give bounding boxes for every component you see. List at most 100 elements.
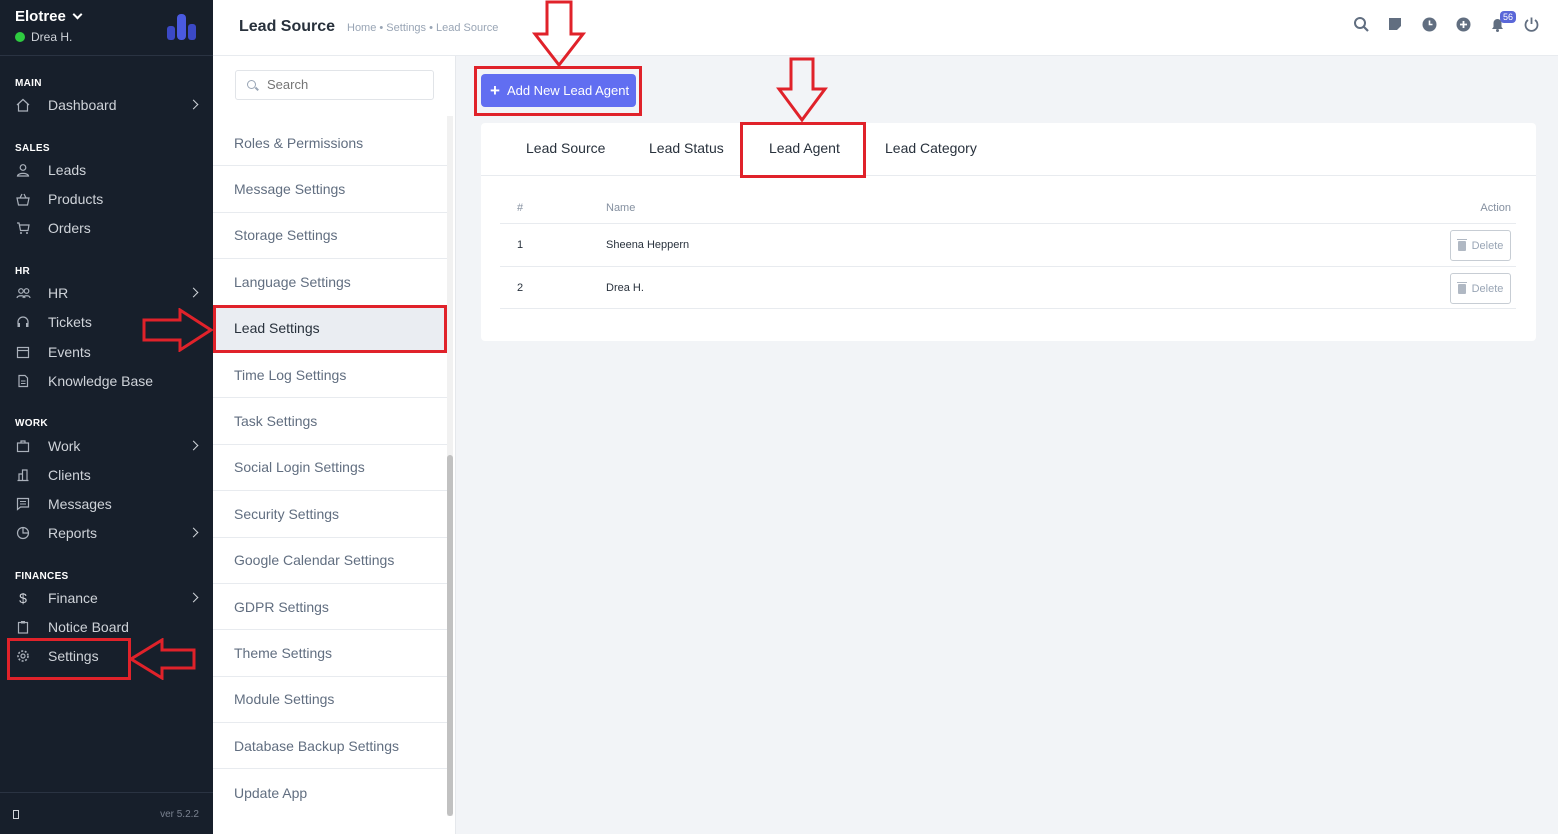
people-icon — [15, 285, 31, 301]
menu-item-message-settings[interactable]: Message Settings — [213, 166, 447, 213]
online-status-icon — [15, 32, 25, 42]
menu-item-database-backup-settings[interactable]: Database Backup Settings — [213, 723, 447, 770]
table-row: 1 Sheena Heppern Delete — [500, 223, 1516, 266]
delete-button[interactable]: Delete — [1450, 230, 1511, 261]
clock-icon[interactable] — [1421, 16, 1438, 33]
sidebar-item-work[interactable]: Work — [0, 433, 213, 459]
app-version: ver 5.2.2 — [160, 809, 199, 820]
sidebar-item-label: Work — [48, 438, 81, 454]
sidebar-item-leads[interactable]: Leads — [0, 157, 213, 183]
sidebar-item-notice-board[interactable]: Notice Board — [0, 614, 213, 640]
company-name: Elotree — [15, 8, 66, 25]
settings-search-input[interactable] — [267, 77, 417, 92]
search-icon[interactable] — [1353, 16, 1370, 33]
sidebar-item-orders[interactable]: Orders — [0, 215, 213, 241]
sidebar-item-label: Dashboard — [48, 97, 117, 113]
tab-lead-source[interactable]: Lead Source — [526, 140, 605, 156]
menu-item-theme-settings[interactable]: Theme Settings — [213, 630, 447, 677]
annotation-box-lead-settings — [213, 305, 447, 353]
sidebar-item-label: Events — [48, 344, 91, 360]
collapse-sidebar-icon[interactable] — [13, 810, 19, 819]
company-switcher[interactable]: Elotree — [15, 8, 83, 25]
menu-item-security-settings[interactable]: Security Settings — [213, 491, 447, 538]
section-main: MAIN — [15, 78, 42, 89]
column-header-number: # — [517, 202, 524, 214]
top-header: Lead Source Home • Settings • Lead Sourc… — [213, 0, 1558, 56]
sidebar-item-messages[interactable]: Messages — [0, 491, 213, 517]
section-sales: SALES — [15, 143, 50, 154]
basket-icon — [15, 191, 31, 207]
chevron-right-icon — [188, 99, 199, 110]
cart-icon — [15, 220, 31, 236]
chevron-down-icon — [72, 9, 83, 20]
menu-item-google-calendar-settings[interactable]: Google Calendar Settings — [213, 538, 447, 584]
calendar-icon — [15, 344, 31, 360]
lead-settings-card: Lead Source Lead Status Lead Agent Lead … — [481, 123, 1536, 341]
user-icon — [15, 162, 31, 178]
table-row: 2 Drea H. Delete — [500, 266, 1516, 309]
bell-icon[interactable]: 56 — [1489, 11, 1516, 33]
delete-label: Delete — [1471, 239, 1504, 252]
menu-item-roles-permissions[interactable]: Roles & Permissions — [213, 120, 447, 167]
settings-menu: Roles & Permissions Message Settings Sto… — [213, 56, 456, 834]
sidebar-item-knowledge-base[interactable]: Knowledge Base — [0, 368, 213, 394]
power-icon[interactable] — [1523, 16, 1540, 33]
row-name: Sheena Heppern — [606, 239, 690, 251]
sidebar-item-label: Notice Board — [48, 619, 129, 635]
sidebar-item-label: Clients — [48, 467, 91, 483]
breadcrumb: Home • Settings • Lead Source — [347, 22, 499, 34]
home-icon — [15, 97, 31, 113]
chevron-right-icon — [188, 287, 199, 298]
annotation-arrow-down-icon — [776, 57, 828, 123]
tab-lead-status[interactable]: Lead Status — [649, 140, 724, 156]
menu-item-task-settings[interactable]: Task Settings — [213, 398, 447, 445]
annotation-arrow-left-icon — [128, 638, 196, 680]
column-header-name: Name — [606, 202, 636, 214]
notification-badge: 56 — [1499, 11, 1516, 23]
menu-item-social-login-settings[interactable]: Social Login Settings — [213, 445, 447, 492]
annotation-box-lead-agent-tab — [740, 122, 866, 178]
sidebar-item-label: Finance — [48, 590, 98, 606]
section-finances: FINANCES — [15, 571, 69, 582]
app-logo-icon — [167, 14, 196, 40]
column-header-action: Action — [1480, 202, 1511, 214]
sidebar-item-label: Reports — [48, 525, 98, 541]
user-name: Drea H. — [31, 30, 73, 44]
menu-item-gdpr-settings[interactable]: GDPR Settings — [213, 584, 447, 631]
chevron-right-icon — [188, 527, 199, 538]
tab-lead-category[interactable]: Lead Category — [885, 140, 977, 156]
annotation-arrow-right-icon — [142, 308, 214, 352]
sidebar-item-clients[interactable]: Clients — [0, 462, 213, 488]
add-circle-icon[interactable] — [1455, 16, 1472, 33]
scrollbar-thumb[interactable] — [447, 455, 453, 816]
sticky-note-icon[interactable] — [1387, 16, 1404, 33]
section-hr: HR — [15, 266, 31, 277]
message-icon — [15, 496, 31, 512]
sidebar-item-label: Orders — [48, 220, 91, 236]
sidebar-item-hr[interactable]: HR — [0, 280, 213, 306]
row-number: 1 — [517, 239, 524, 251]
settings-search[interactable] — [235, 70, 434, 100]
building-icon — [15, 467, 31, 483]
menu-item-module-settings[interactable]: Module Settings — [213, 677, 447, 724]
menu-item-language-settings[interactable]: Language Settings — [213, 259, 447, 306]
sidebar-item-reports[interactable]: Reports — [0, 520, 213, 546]
sidebar-item-label: Leads — [48, 162, 87, 178]
sidebar-item-products[interactable]: Products — [0, 186, 213, 212]
trash-icon — [1456, 281, 1467, 294]
sidebar-item-label: Tickets — [48, 314, 92, 330]
menu-item-update-app[interactable]: Update App — [213, 769, 447, 815]
chevron-right-icon — [188, 440, 199, 451]
sidebar-item-finance[interactable]: $ Finance — [0, 585, 213, 611]
sidebar-footer: ver 5.2.2 — [0, 792, 213, 834]
sidebar: Elotree Drea H. MAIN Dashboard SALES Lea… — [0, 0, 213, 834]
user-status[interactable]: Drea H. — [15, 30, 72, 44]
delete-button[interactable]: Delete — [1450, 273, 1511, 304]
annotation-arrow-down-icon — [532, 0, 586, 68]
annotation-box-settings — [7, 638, 131, 680]
menu-item-storage-settings[interactable]: Storage Settings — [213, 213, 447, 260]
trash-icon — [1456, 238, 1467, 251]
menu-item-time-log-settings[interactable]: Time Log Settings — [213, 352, 447, 399]
sidebar-item-dashboard[interactable]: Dashboard — [0, 92, 213, 118]
sidebar-item-label: Knowledge Base — [48, 373, 154, 389]
